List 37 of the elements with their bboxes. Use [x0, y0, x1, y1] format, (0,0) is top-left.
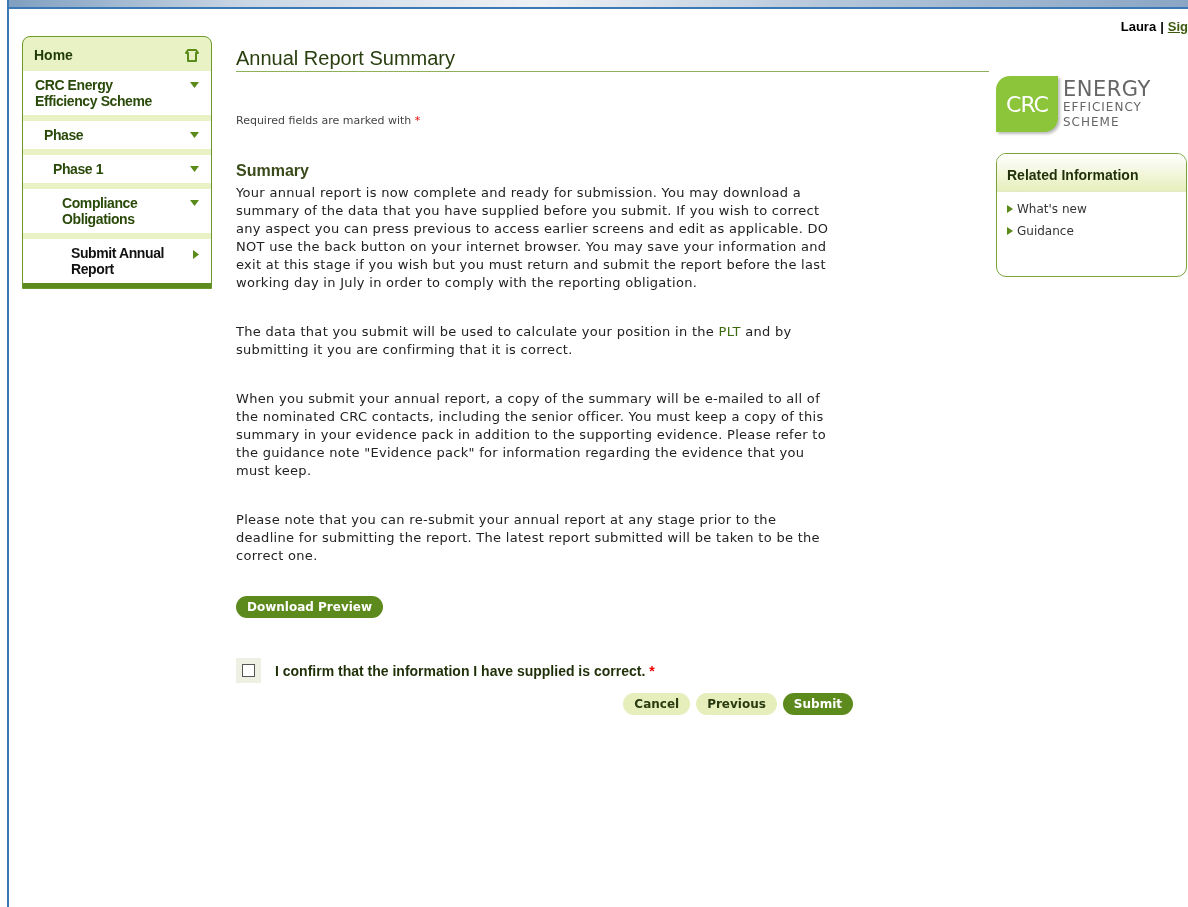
- paragraph: Please note that you can re-submit your annual report at any stage prior to the deadline for submitting the report. The latest report submitted will be taken to be the correct one.: [236, 511, 821, 565]
- caret-down-icon: [190, 166, 199, 172]
- logo-text: EFFICIENCY: [1063, 100, 1143, 115]
- user-name: Laura: [1120, 19, 1157, 35]
- nav-item[interactable]: Compliance Obligations: [23, 189, 211, 233]
- nav-item[interactable]: Phase: [23, 121, 211, 149]
- primary-button[interactable]: Submit: [782, 693, 853, 715]
- home-icon: [185, 48, 199, 62]
- logo-text: SCHEME: [1063, 115, 1121, 130]
- bullet-icon: [1007, 227, 1013, 235]
- nav-item[interactable]: Submit Annual Report: [23, 239, 211, 283]
- paragraph: The data that you submit will be used to calculate your position in the PLT and by submitting it you are confirming that it is correct.: [236, 323, 793, 359]
- bullet-icon: [1007, 205, 1013, 213]
- logo-text: ENERGY: [1063, 78, 1151, 100]
- home-link[interactable]: Home: [23, 37, 211, 71]
- paragraph: When you submit your annual report, a copy of the summary will be e-mailed to all of the nominated CRC contacts, including the senior officer. You must keep a copy of this summary in your evidence pack in addition to the supporting evidence. Please refer to the guidance note "Evidence pack" for information regarding the evidence that you must keep.: [236, 390, 827, 480]
- download-preview-button[interactable]: Download Preview: [236, 596, 384, 618]
- paragraph: Your annual report is now complete and ready for submission. You may download a summary of the data that you have supplied before you submit. If you wish to correct any aspect you can press previous to access earlier screens and edit as applicable. DO NOT use the back button on your internet browser. You may save your information and exit at this stage if you wish but you must return and submit the report before the last working day in July in order to comply with the reporting obligation.: [236, 184, 830, 292]
- confirm-checkbox[interactable]: [242, 664, 255, 677]
- related-link[interactable]: Guidance: [1007, 224, 1176, 238]
- sign-out-link[interactable]: Sig: [1167, 19, 1188, 35]
- caret-down-icon: [190, 132, 199, 138]
- caret-right-icon: [193, 250, 199, 259]
- secondary-button[interactable]: Cancel: [623, 693, 691, 715]
- separator: |: [1160, 19, 1164, 35]
- page-title: Annual Report Summary: [236, 36, 989, 72]
- section-title: Summary: [236, 162, 310, 180]
- nav-item[interactable]: Phase 1: [23, 155, 211, 183]
- caret-down-icon: [190, 200, 199, 206]
- caret-down-icon: [190, 82, 199, 88]
- logo-badge: CRC: [996, 76, 1058, 132]
- related-link[interactable]: What's new: [1007, 202, 1176, 216]
- panel-title: Related Information: [997, 154, 1186, 192]
- confirm-label: I confirm that the information I have supplied is correct. *: [275, 662, 655, 679]
- required-note: Required fields are marked with *: [236, 114, 422, 127]
- secondary-button[interactable]: Previous: [696, 693, 777, 715]
- nav-item[interactable]: CRC Energy Efficiency Scheme: [23, 71, 211, 115]
